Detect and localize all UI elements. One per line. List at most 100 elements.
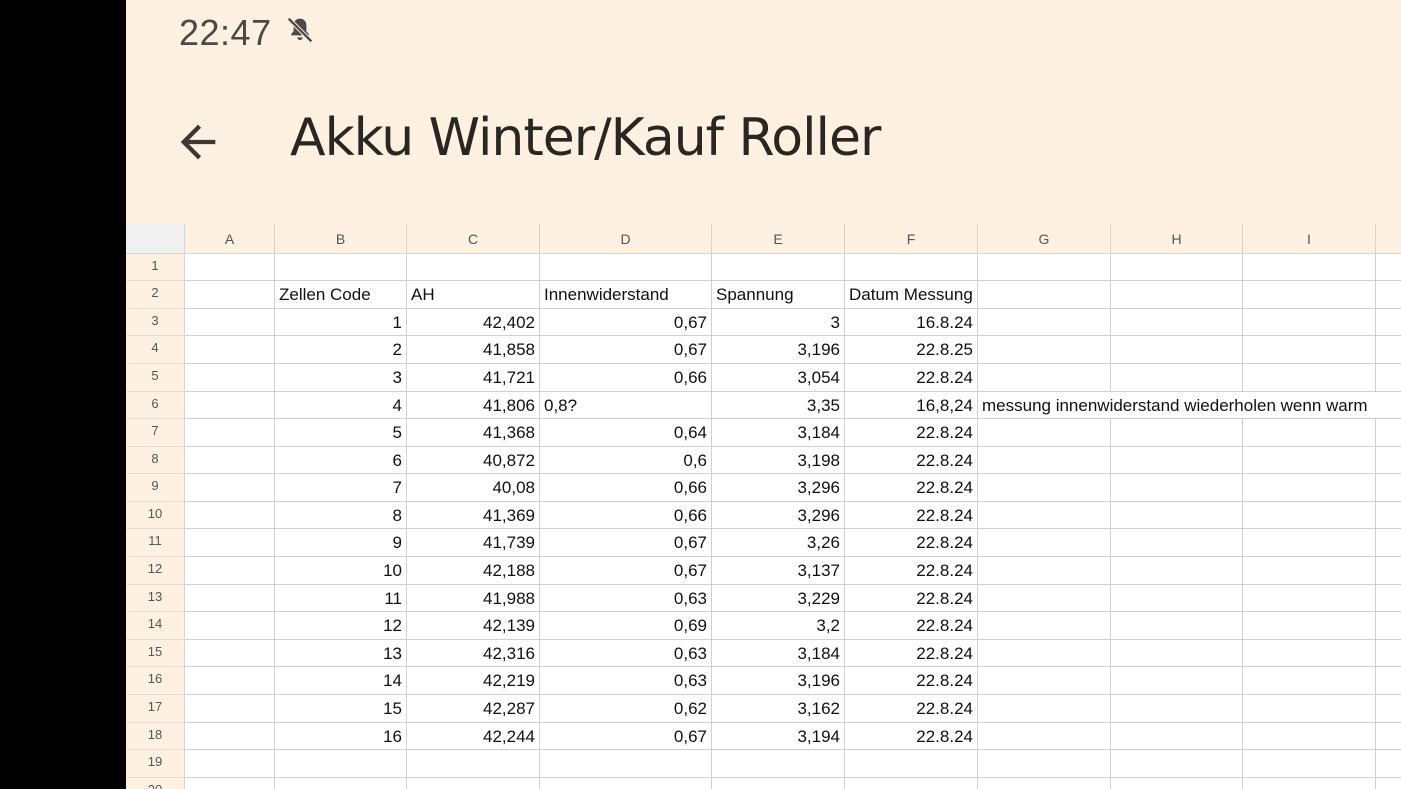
cell-a2[interactable] xyxy=(185,281,275,309)
cell-c10[interactable]: 41,369 xyxy=(407,502,540,529)
row-header[interactable]: 13 xyxy=(126,585,185,612)
cell-g17[interactable] xyxy=(978,695,1111,723)
cell-f6[interactable]: 16,8,24 xyxy=(845,392,978,419)
cell-d17[interactable]: 0,62 xyxy=(540,695,712,723)
cell-d12[interactable]: 0,67 xyxy=(540,557,712,585)
cell-b16[interactable]: 14 xyxy=(275,667,407,695)
row-header[interactable]: 17 xyxy=(126,695,185,723)
cell-i4[interactable] xyxy=(1243,336,1376,364)
cell-h16[interactable] xyxy=(1111,667,1243,695)
row-header[interactable]: 19 xyxy=(126,750,185,778)
cell-e14[interactable]: 3,2 xyxy=(712,612,845,640)
row-header[interactable]: 15 xyxy=(126,640,185,667)
cell-b14[interactable]: 12 xyxy=(275,612,407,640)
cell-h12[interactable] xyxy=(1111,557,1243,585)
cell-f5[interactable]: 22.8.24 xyxy=(845,364,978,392)
cell-d6[interactable]: 0,8? xyxy=(540,392,712,419)
cell-a16[interactable] xyxy=(185,667,275,695)
cell-d4[interactable]: 0,67 xyxy=(540,336,712,364)
cell-f8[interactable]: 22.8.24 xyxy=(845,447,978,474)
cell-a14[interactable] xyxy=(185,612,275,640)
cell-f13[interactable]: 22.8.24 xyxy=(845,585,978,612)
cell-h13[interactable] xyxy=(1111,585,1243,612)
cell-i20[interactable] xyxy=(1243,778,1376,789)
cell-f18[interactable]: 22.8.24 xyxy=(845,723,978,750)
cell-h10[interactable] xyxy=(1111,502,1243,529)
cell-h3[interactable] xyxy=(1111,309,1243,336)
row-header[interactable]: 6 xyxy=(126,392,185,419)
cell-f4[interactable]: 22.8.25 xyxy=(845,336,978,364)
cell-a19[interactable] xyxy=(185,750,275,778)
cell-f20[interactable] xyxy=(845,778,978,789)
cell-f19[interactable] xyxy=(845,750,978,778)
cell-c8[interactable]: 40,872 xyxy=(407,447,540,474)
cell-a17[interactable] xyxy=(185,695,275,723)
row-header[interactable]: 1 xyxy=(126,254,185,281)
cell-a8[interactable] xyxy=(185,447,275,474)
cell-a9[interactable] xyxy=(185,474,275,502)
cell-e9[interactable]: 3,296 xyxy=(712,474,845,502)
cell-h20[interactable] xyxy=(1111,778,1243,789)
cell-c1[interactable] xyxy=(407,254,540,281)
cell-c14[interactable]: 42,139 xyxy=(407,612,540,640)
cell-i2[interactable] xyxy=(1243,281,1376,309)
cell-e11[interactable]: 3,26 xyxy=(712,529,845,557)
cell-h15[interactable] xyxy=(1111,640,1243,667)
cell-h11[interactable] xyxy=(1111,529,1243,557)
cell-c5[interactable]: 41,721 xyxy=(407,364,540,392)
cell-h19[interactable] xyxy=(1111,750,1243,778)
cell-e16[interactable]: 3,196 xyxy=(712,667,845,695)
cell-e3[interactable]: 3 xyxy=(712,309,845,336)
back-arrow-icon[interactable] xyxy=(172,116,224,168)
cell-b8[interactable]: 6 xyxy=(275,447,407,474)
cell-e6[interactable]: 3,35 xyxy=(712,392,845,419)
cell-e20[interactable] xyxy=(712,778,845,789)
cell-f3[interactable]: 16.8.24 xyxy=(845,309,978,336)
row-header[interactable]: 10 xyxy=(126,502,185,529)
column-header-c[interactable]: C xyxy=(407,224,540,254)
cell-a1[interactable] xyxy=(185,254,275,281)
cell-i7[interactable] xyxy=(1243,419,1376,447)
cell-c9[interactable]: 40,08 xyxy=(407,474,540,502)
cell-b20[interactable] xyxy=(275,778,407,789)
cell-a13[interactable] xyxy=(185,585,275,612)
column-header-f[interactable]: F xyxy=(845,224,978,254)
cell-e7[interactable]: 3,184 xyxy=(712,419,845,447)
cell-d20[interactable] xyxy=(540,778,712,789)
cell-f9[interactable]: 22.8.24 xyxy=(845,474,978,502)
cell-g12[interactable] xyxy=(978,557,1111,585)
cell-i8[interactable] xyxy=(1243,447,1376,474)
cell-g7[interactable] xyxy=(978,419,1111,447)
cell-a3[interactable] xyxy=(185,309,275,336)
cell-f16[interactable]: 22.8.24 xyxy=(845,667,978,695)
cell-g15[interactable] xyxy=(978,640,1111,667)
cell-c16[interactable]: 42,219 xyxy=(407,667,540,695)
row-header[interactable]: 20 xyxy=(126,778,185,789)
cell-d5[interactable]: 0,66 xyxy=(540,364,712,392)
cell-b12[interactable]: 10 xyxy=(275,557,407,585)
cell-a20[interactable] xyxy=(185,778,275,789)
cell-h9[interactable] xyxy=(1111,474,1243,502)
cell-g11[interactable] xyxy=(978,529,1111,557)
cell-e1[interactable] xyxy=(712,254,845,281)
row-header[interactable]: 2 xyxy=(126,281,185,309)
column-header-i[interactable]: I xyxy=(1243,224,1376,254)
cell-c15[interactable]: 42,316 xyxy=(407,640,540,667)
cell-g1[interactable] xyxy=(978,254,1111,281)
cell-g13[interactable] xyxy=(978,585,1111,612)
cell-a10[interactable] xyxy=(185,502,275,529)
cell-b13[interactable]: 11 xyxy=(275,585,407,612)
cell-h2[interactable] xyxy=(1111,281,1243,309)
note-cell-g6[interactable]: messung innenwiderstand wiederholen wenn… xyxy=(978,392,1401,419)
cell-e2[interactable]: Spannung xyxy=(712,281,845,309)
cell-f14[interactable]: 22.8.24 xyxy=(845,612,978,640)
row-header[interactable]: 3 xyxy=(126,309,185,336)
cell-f17[interactable]: 22.8.24 xyxy=(845,695,978,723)
cell-c13[interactable]: 41,988 xyxy=(407,585,540,612)
cell-i14[interactable] xyxy=(1243,612,1376,640)
cell-g16[interactable] xyxy=(978,667,1111,695)
cell-i10[interactable] xyxy=(1243,502,1376,529)
cell-d9[interactable]: 0,66 xyxy=(540,474,712,502)
cell-d1[interactable] xyxy=(540,254,712,281)
cell-e13[interactable]: 3,229 xyxy=(712,585,845,612)
